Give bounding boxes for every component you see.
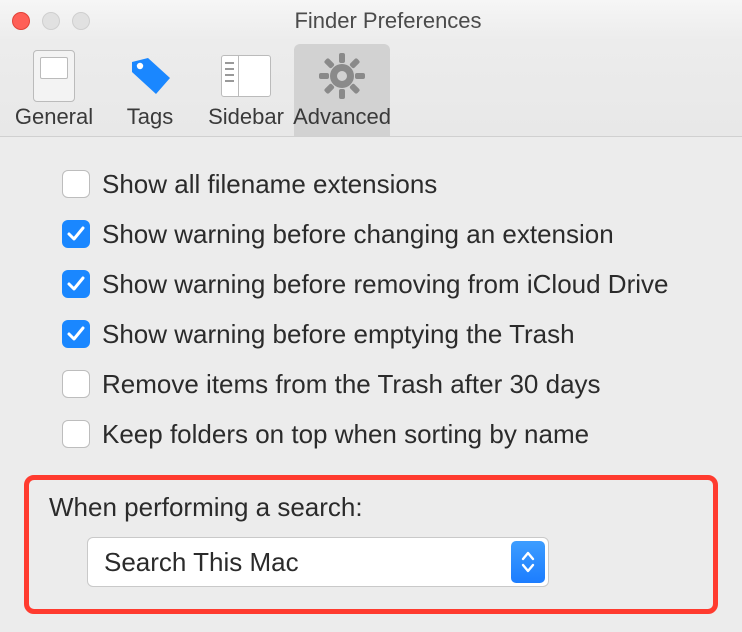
- option-auto-empty-trash[interactable]: Remove items from the Trash after 30 day…: [62, 363, 718, 405]
- minimize-window-button[interactable]: [42, 12, 60, 30]
- option-warn-empty-trash[interactable]: Show warning before emptying the Trash: [62, 313, 718, 355]
- checkbox[interactable]: [62, 370, 90, 398]
- checkbox[interactable]: [62, 220, 90, 248]
- select-value: Search This Mac: [88, 547, 299, 578]
- search-scope-section: When performing a search: Search This Ma…: [24, 475, 718, 614]
- option-warn-changing-extension[interactable]: Show warning before changing an extensio…: [62, 213, 718, 255]
- finder-preferences-window: Finder Preferences General Tags Sidebar: [0, 0, 742, 632]
- option-label: Show warning before emptying the Trash: [102, 319, 575, 350]
- tab-tags[interactable]: Tags: [102, 44, 198, 136]
- option-label: Show all filename extensions: [102, 169, 437, 200]
- tab-label: General: [15, 104, 93, 136]
- checkbox[interactable]: [62, 320, 90, 348]
- option-label: Remove items from the Trash after 30 day…: [102, 369, 601, 400]
- switch-icon: [33, 50, 75, 102]
- tab-advanced[interactable]: Advanced: [294, 44, 390, 136]
- tab-sidebar[interactable]: Sidebar: [198, 44, 294, 136]
- search-scope-select[interactable]: Search This Mac: [87, 537, 549, 587]
- checkbox[interactable]: [62, 270, 90, 298]
- option-folders-on-top[interactable]: Keep folders on top when sorting by name: [62, 413, 718, 455]
- chevron-up-icon: [521, 551, 535, 561]
- checkbox[interactable]: [62, 170, 90, 198]
- sidebar-icon: [221, 55, 271, 97]
- tab-label: Sidebar: [208, 104, 284, 136]
- advanced-pane: Show all filename extensions Show warnin…: [0, 137, 742, 632]
- option-label: Keep folders on top when sorting by name: [102, 419, 589, 450]
- tab-label: Advanced: [293, 104, 391, 136]
- search-scope-title: When performing a search:: [49, 492, 695, 523]
- tab-general[interactable]: General: [6, 44, 102, 136]
- select-stepper[interactable]: [511, 541, 545, 583]
- options-list: Show all filename extensions Show warnin…: [24, 163, 718, 455]
- tag-icon: [126, 52, 174, 100]
- gear-icon: [317, 51, 367, 101]
- chevron-down-icon: [521, 563, 535, 573]
- option-show-extensions[interactable]: Show all filename extensions: [62, 163, 718, 205]
- window-title: Finder Preferences: [76, 8, 700, 34]
- titlebar: Finder Preferences: [0, 0, 742, 42]
- checkbox[interactable]: [62, 420, 90, 448]
- option-label: Show warning before changing an extensio…: [102, 219, 614, 250]
- preferences-toolbar: General Tags Sidebar: [0, 42, 742, 137]
- option-warn-icloud-remove[interactable]: Show warning before removing from iCloud…: [62, 263, 718, 305]
- option-label: Show warning before removing from iCloud…: [102, 269, 668, 300]
- tab-label: Tags: [127, 104, 173, 136]
- close-window-button[interactable]: [12, 12, 30, 30]
